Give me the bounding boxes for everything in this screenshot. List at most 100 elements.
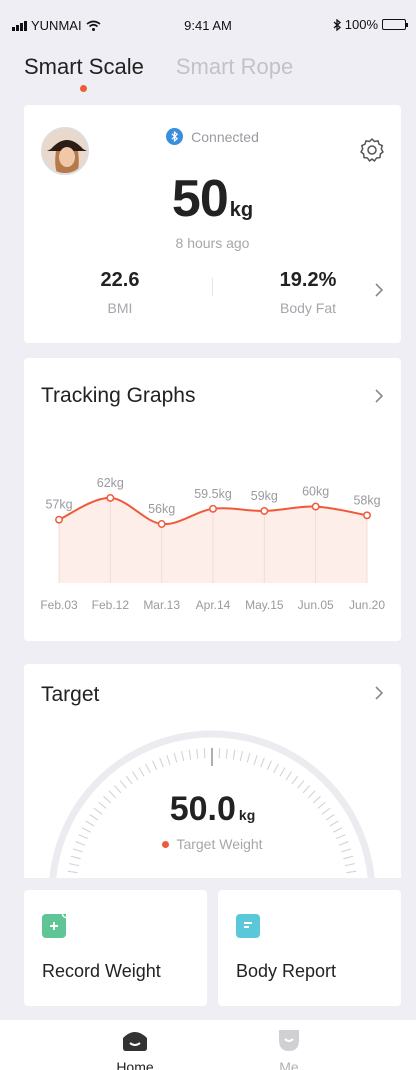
gauge-tick (145, 763, 151, 774)
gauge-tick (67, 870, 78, 874)
body-fat-metric: 19.2% Body Fat (233, 269, 383, 316)
gauge-tick (232, 749, 236, 760)
gauge-tick (285, 771, 292, 781)
gauge-tick (173, 752, 178, 763)
gauge-tick (253, 754, 258, 765)
gauge-tick (225, 748, 228, 759)
tab-smart-scale[interactable]: Smart Scale (24, 54, 144, 92)
chart-x-tick-label: Jun.20 (349, 598, 385, 612)
gauge-tick (279, 767, 286, 777)
chart-data-label: 62kg (97, 476, 124, 490)
target-dot-icon (162, 840, 170, 848)
chart-x-tick-label: Feb.12 (92, 598, 130, 612)
weight-unit: kg (229, 199, 254, 221)
bmi-value: 22.6 (100, 269, 140, 291)
chart-data-label: 59kg (251, 489, 278, 503)
measured-time: 8 hours ago (175, 235, 250, 251)
status-bar: YUNMAI 9:41 AM 100% (0, 0, 416, 44)
body-report-label: Body Report (236, 961, 337, 981)
gauge-tick (246, 752, 251, 763)
gauge-tick (196, 748, 199, 759)
gauge-tick (152, 760, 158, 770)
active-tab-indicator (79, 85, 87, 92)
gear-icon[interactable] (359, 137, 385, 163)
gauge-tick (166, 754, 171, 765)
gauge-tick (344, 863, 355, 867)
chart-data-label: 60kg (302, 485, 329, 499)
gauge-tick (70, 855, 81, 860)
gauge-tick (181, 751, 185, 762)
gauge-tick (138, 767, 145, 777)
weight-value: 50 (171, 170, 229, 228)
me-icon (279, 1030, 299, 1051)
gauge-tick (297, 780, 305, 789)
gauge-tick (266, 760, 272, 770)
chart-point[interactable] (260, 507, 269, 515)
gauge-tick (343, 855, 354, 860)
target-card[interactable]: Target 50.0 kg Target Weight (24, 664, 401, 878)
bottom-nav: Home Me (0, 1020, 416, 1070)
bmi-metric: 22.6 BMI (45, 269, 195, 316)
gauge-tick (273, 763, 279, 774)
tab-smart-scale-label: Smart Scale (24, 54, 144, 79)
gauge-tick (346, 870, 357, 874)
chart-data-label: 56kg (148, 502, 175, 516)
home-icon (123, 1032, 147, 1051)
bmi-label: BMI (107, 300, 133, 316)
body-report-button[interactable]: Body Report (218, 890, 401, 1006)
chevron-right-icon[interactable] (374, 283, 384, 297)
tracking-graphs-card[interactable]: Tracking Graphs 57kg Feb.03 62kg Feb.12 56kg… (24, 358, 401, 641)
gauge-tick (125, 775, 133, 785)
nav-home[interactable]: Home (95, 1028, 175, 1070)
chart-point[interactable] (311, 502, 320, 511)
gauge-tick (239, 751, 243, 762)
record-weight-button[interactable]: Record Weight (24, 890, 207, 1006)
chart-x-tick-label: Apr.14 (196, 598, 231, 612)
tab-smart-rope[interactable]: Smart Rope (176, 54, 293, 80)
nav-me[interactable]: Me (249, 1028, 329, 1070)
gauge-tick (119, 780, 127, 789)
gauge-tick (203, 748, 206, 759)
gauge-tick (69, 863, 80, 867)
chart-data-label: 59.5kg (194, 487, 232, 501)
gauge-tick (159, 757, 164, 768)
tab-smart-rope-label: Smart Rope (175, 54, 294, 79)
chart-x-tick-label: May.15 (245, 598, 284, 612)
bluetooth-icon (333, 18, 341, 31)
body-fat-value: 19.2% (279, 269, 337, 291)
record-weight-label: Record Weight (42, 961, 161, 981)
chart-x-tick-label: Jun.05 (298, 598, 334, 612)
gauge-tick (260, 757, 265, 768)
device-tabs: Smart Scale Smart Rope (24, 54, 293, 92)
chart-point[interactable] (55, 515, 63, 524)
weight-line-chart: 57kg Feb.03 62kg Feb.12 56kg Mar.13 59.5kg Apr.… (40, 476, 385, 612)
chart-data-label: 57kg (45, 498, 72, 512)
metric-divider (212, 278, 213, 296)
connection-status-text: Connected (191, 128, 259, 145)
target-weight: 50.0 kg (24, 790, 401, 829)
record-weight-icon (42, 909, 71, 938)
gauge-tick (132, 771, 139, 781)
target-weight-value: 50.0 (169, 790, 236, 828)
gauge-tick (218, 748, 221, 759)
connection-status: Connected (24, 128, 401, 145)
nav-me-label: Me (279, 1059, 299, 1070)
current-weight: 50 kg (24, 169, 401, 229)
body-fat-label: Body Fat (279, 300, 337, 316)
body-report-icon (236, 914, 260, 938)
weight-summary-card[interactable]: Connected 50 kg 8 hours ago 22.6 BMI 19.2… (24, 105, 401, 343)
chart-data-label: 58kg (353, 493, 380, 507)
system-indicators: 100% (333, 17, 408, 32)
chart-point[interactable] (106, 493, 115, 502)
target-weight-caption: Target Weight (24, 836, 401, 852)
chart-point[interactable] (209, 504, 217, 513)
chart-x-tick-label: Mar.13 (143, 598, 180, 612)
battery-percent: 100% (344, 17, 378, 32)
gauge-tick (291, 775, 299, 785)
bluetooth-connected-icon (166, 128, 184, 145)
battery-icon (382, 19, 408, 30)
target-weight-label: Target Weight (176, 836, 263, 852)
chart-point[interactable] (363, 511, 371, 520)
chart-x-tick-label: Feb.03 (40, 598, 78, 612)
chart-point[interactable] (157, 520, 166, 528)
